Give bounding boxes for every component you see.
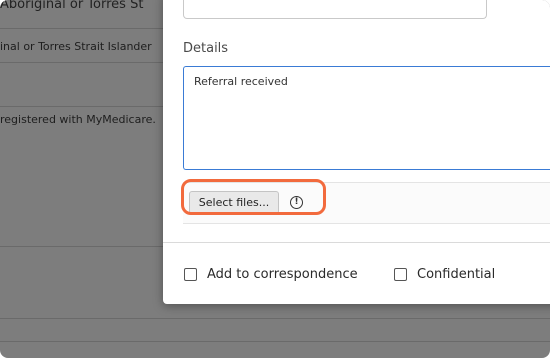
background-divider — [0, 318, 550, 319]
screen: Aboriginal or Torres St inal or Torres S… — [0, 0, 550, 358]
add-to-correspondence-checkbox[interactable] — [184, 267, 197, 281]
confidential-option[interactable]: Confidential — [394, 266, 496, 282]
file-upload-area: Select files... ! — [183, 182, 550, 224]
confidential-checkbox[interactable] — [394, 267, 407, 281]
add-to-correspondence-option[interactable]: Add to correspondence — [184, 266, 358, 282]
background-row-text: inal or Torres Strait Islander — [0, 40, 152, 53]
details-textarea[interactable]: Referral received — [183, 66, 550, 170]
add-to-correspondence-label: Add to correspondence — [207, 266, 358, 282]
footer-divider — [163, 242, 550, 243]
details-label: Details — [183, 41, 229, 56]
background-row-text: registered with MyMedicare. — [0, 113, 156, 126]
confidential-label: Confidential — [417, 266, 496, 282]
select-files-button[interactable]: Select files... — [189, 191, 279, 214]
previous-field-input[interactable] — [183, 0, 487, 19]
dialog: Details Referral received Select files..… — [163, 0, 550, 304]
background-header-text: Aboriginal or Torres St — [0, 0, 144, 12]
info-icon[interactable]: ! — [290, 196, 303, 209]
background-divider — [0, 341, 550, 342]
